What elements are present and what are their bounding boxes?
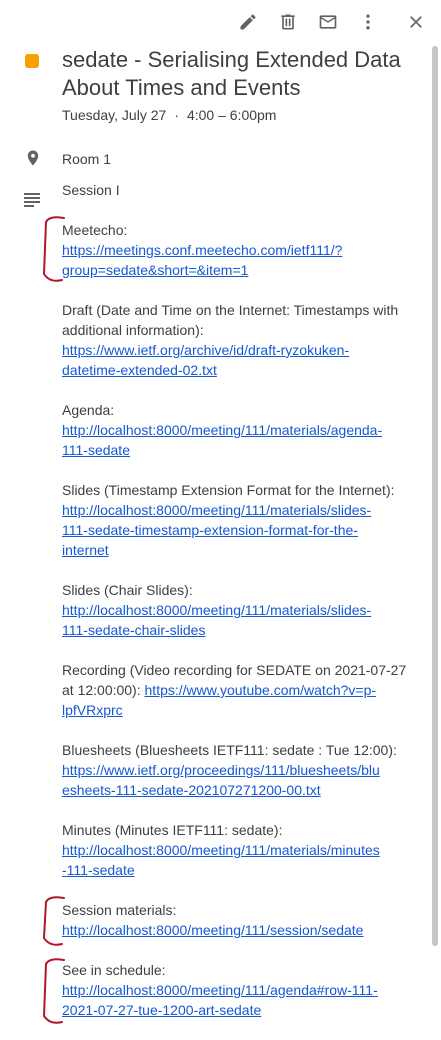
close-icon[interactable] — [402, 8, 430, 36]
toolbar — [0, 0, 441, 44]
agenda-label: Agenda: — [62, 402, 115, 418]
slides-chair-link[interactable]: http://localhost:8000/meeting/111/materi… — [62, 602, 371, 638]
event-time: 4:00 – 6:00pm — [186, 107, 277, 123]
draft-link[interactable]: https://www.ietf.org/archive/id/draft-ry… — [62, 342, 349, 378]
recording-label-cont: at 12:00:00): — [62, 682, 141, 698]
bluesheets-link-part: esheets-111-sedate-202107271200-00.txt — [62, 782, 321, 798]
schedule-link[interactable]: http://localhost:8000/meeting/111/agenda… — [62, 982, 378, 1018]
draft-link-part: https://www.ietf.org/archive/id/draft-ry… — [62, 342, 350, 358]
recording-block: Recording (Video recording for SEDATE on… — [62, 660, 412, 720]
annotation-bracket — [40, 214, 70, 291]
slides-timestamp-link-part: http://localhost:8000/meeting/111/materi… — [62, 502, 372, 518]
delete-icon[interactable] — [274, 8, 302, 36]
minutes-block: Minutes (Minutes IETF111: sedate): http:… — [62, 820, 412, 880]
slides-chair-link-part: http://localhost:8000/meeting/111/materi… — [62, 602, 372, 618]
schedule-label: See in schedule: — [62, 962, 166, 978]
schedule-link-part: 2021-07-27-tue-1200-art-sedate — [62, 1002, 262, 1018]
draft-block: Draft (Date and Time on the Internet: Ti… — [62, 300, 412, 380]
session-name: Session I — [62, 182, 120, 198]
recording-link-part: lpfVRxprc — [62, 702, 123, 718]
agenda-link-part: http://localhost:8000/meeting/111/materi… — [62, 422, 383, 438]
minutes-link-part: -111-sedate — [62, 862, 135, 878]
meetecho-link-part: https://meetings.conf.meetecho.com/ietf1… — [62, 242, 343, 258]
draft-link-part: datetime-extended-02.txt — [62, 362, 217, 378]
annotation-bracket — [40, 894, 70, 955]
separator-dot: · — [174, 107, 179, 123]
more-icon[interactable] — [354, 8, 382, 36]
slides-chair-block: Slides (Chair Slides): http://localhost:… — [62, 580, 412, 640]
minutes-link-part: http://localhost:8000/meeting/111/materi… — [62, 842, 380, 858]
agenda-link[interactable]: http://localhost:8000/meeting/111/materi… — [62, 422, 382, 458]
description-icon — [24, 193, 42, 207]
session-materials-label: Session materials: — [62, 902, 177, 918]
agenda-block: Agenda: http://localhost:8000/meeting/11… — [62, 400, 412, 460]
bluesheets-link[interactable]: https://www.ietf.org/proceedings/111/blu… — [62, 762, 380, 798]
minutes-label: Minutes (Minutes IETF111: sedate): — [62, 822, 283, 838]
recording-label: Recording (Video recording for SEDATE on… — [62, 662, 407, 678]
meetecho-label: Meetecho: — [62, 222, 128, 238]
slides-timestamp-link-part: internet — [62, 542, 109, 558]
bluesheets-label: Bluesheets (Bluesheets IETF111: sedate :… — [62, 742, 397, 758]
schedule-link-part: http://localhost:8000/meeting/111/agenda… — [62, 982, 378, 998]
slides-timestamp-link-part: 111-sedate-timestamp-extension-format-fo… — [62, 522, 358, 538]
event-location: Room 1 — [62, 151, 112, 167]
minutes-link[interactable]: http://localhost:8000/meeting/111/materi… — [62, 842, 380, 878]
schedule-block: See in schedule: http://localhost:8000/m… — [62, 960, 412, 1020]
meetecho-link-part: group=sedate&short=&item=1 — [62, 262, 249, 278]
slides-timestamp-block: Slides (Timestamp Extension Format for t… — [62, 480, 412, 560]
event-title: sedate - Serialising Extended Data About… — [62, 47, 401, 100]
scrollbar[interactable] — [432, 46, 438, 946]
recording-link-part: https://www.youtube.com/watch?v=p- — [144, 682, 377, 698]
bluesheets-link-part: https://www.ietf.org/proceedings/111/blu… — [62, 762, 380, 778]
agenda-link-part: 111-sedate — [62, 442, 130, 458]
meetecho-link[interactable]: https://meetings.conf.meetecho.com/ietf1… — [62, 242, 342, 278]
draft-label: Draft (Date and Time on the Internet: Ti… — [62, 302, 399, 338]
bluesheets-block: Bluesheets (Bluesheets IETF111: sedate :… — [62, 740, 412, 800]
edit-icon[interactable] — [234, 8, 262, 36]
meetecho-block: Meetecho: https://meetings.conf.meetecho… — [62, 220, 412, 280]
session-materials-block: Session materials: http://localhost:8000… — [62, 900, 412, 940]
email-icon[interactable] — [314, 8, 342, 36]
slides-chair-link-part: 111-sedate-chair-slides — [62, 622, 206, 638]
session-materials-link[interactable]: http://localhost:8000/meeting/111/sessio… — [62, 922, 363, 938]
slides-chair-label: Slides (Chair Slides): — [62, 582, 193, 598]
event-date: Tuesday, July 27 — [62, 107, 167, 123]
annotation-bracket — [40, 956, 70, 1033]
event-datetime: Tuesday, July 27 · 4:00 – 6:00pm — [62, 106, 276, 124]
event-color-square — [25, 54, 39, 68]
slides-timestamp-label: Slides (Timestamp Extension Format for t… — [62, 482, 395, 498]
event-description: Session I Meetecho: https://meetings.con… — [62, 180, 412, 1040]
location-pin-icon — [24, 148, 42, 168]
slides-timestamp-link[interactable]: http://localhost:8000/meeting/111/materi… — [62, 502, 371, 558]
